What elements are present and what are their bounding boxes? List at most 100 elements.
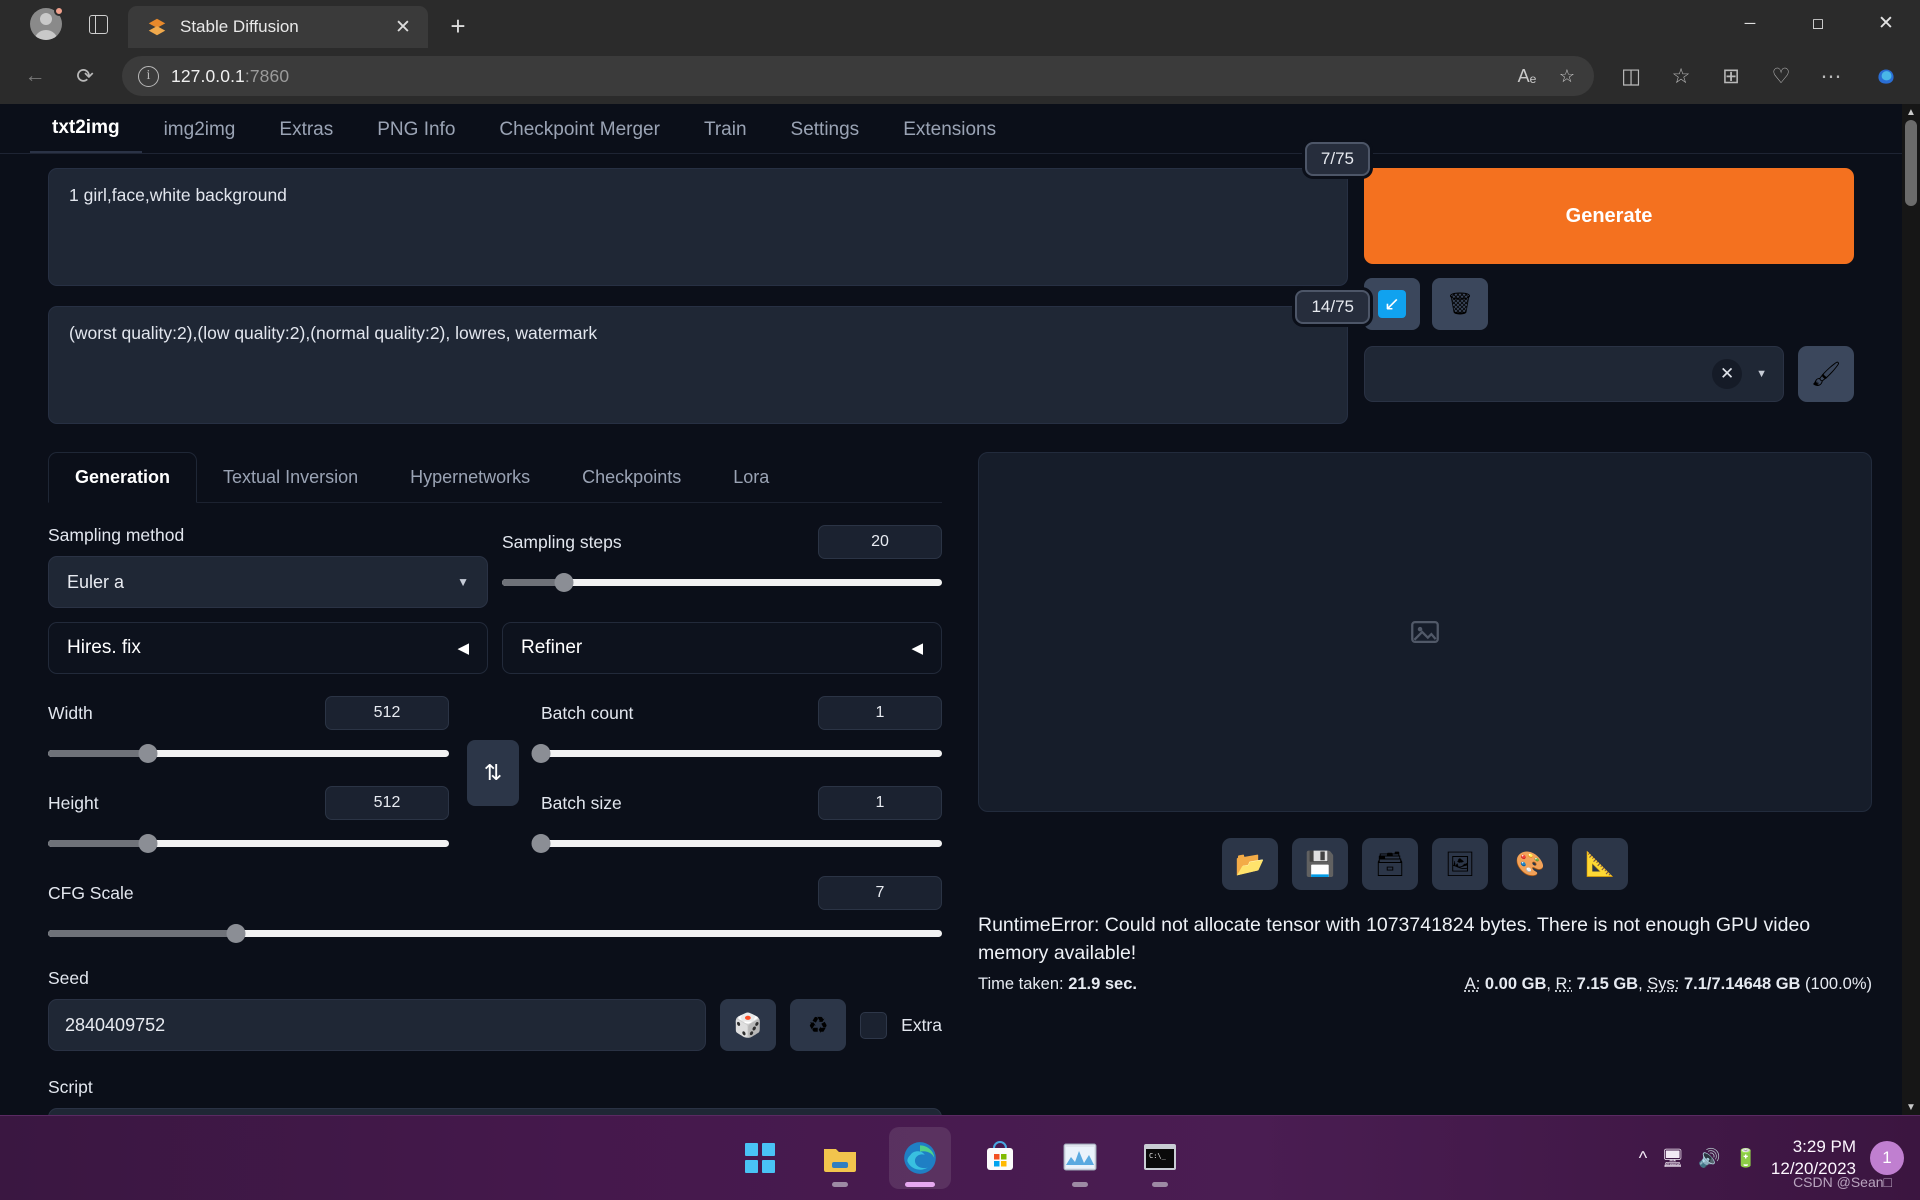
file-explorer-button[interactable] [809,1127,871,1189]
profile-button[interactable] [24,2,68,46]
width-input[interactable]: 512 [325,696,449,730]
tab-actions-button[interactable] [78,4,118,44]
swap-dimensions-icon[interactable]: ⇅ [467,740,519,806]
recycle-icon[interactable]: ♻ [790,999,846,1051]
maximize-button[interactable]: ◻ [1784,0,1852,46]
slider-knob[interactable] [532,834,551,853]
save-icon[interactable]: 💾 [1292,838,1348,890]
slider-knob[interactable] [532,744,551,763]
negative-prompt-input[interactable]: (worst quality:2),(low quality:2),(norma… [48,306,1348,424]
sampling-steps-input[interactable]: 20 [818,525,942,559]
show-hidden-icons-icon[interactable]: ^ [1639,1148,1647,1169]
trash-icon[interactable]: 🗑 [1432,278,1488,330]
batch-size-group: Batch size 1 [541,786,942,854]
battery-charging-icon[interactable]: 🔋 [1734,1148,1756,1169]
window-close-button[interactable]: ✕ [1852,0,1920,46]
tab-lora[interactable]: Lora [707,453,795,502]
hires-fix-accordion[interactable]: Hires. fix ◀ [48,608,488,674]
batch-size-input[interactable]: 1 [818,786,942,820]
settings-more-icon[interactable]: ⋯ [1810,55,1852,97]
sd-tab-checkpoint-merger[interactable]: Checkpoint Merger [477,111,682,153]
scroll-down-arrow-icon[interactable]: ▼ [1902,1099,1920,1115]
sampling-steps-slider[interactable] [502,571,942,593]
height-input[interactable]: 512 [325,786,449,820]
slider-knob[interactable] [139,834,158,853]
clear-x-icon[interactable]: ✕ [1712,359,1742,389]
send-to-inpaint-icon[interactable]: 🎨 [1502,838,1558,890]
network-icon[interactable]: 🖥 [1661,1148,1684,1169]
sd-tab-settings[interactable]: Settings [769,111,882,153]
sampling-method-select[interactable]: Euler a ▼ [48,556,488,608]
generate-column: Generate ↙ 🗑 ✕ ▼ 🖌 [1364,168,1854,424]
copilot-icon[interactable] [1866,56,1906,96]
notification-badge[interactable]: 1 [1870,1141,1904,1175]
save-zip-icon[interactable]: 🗃 [1362,838,1418,890]
styles-dropdown[interactable]: ✕ ▼ [1364,346,1784,402]
favorite-star-icon[interactable]: ☆ [1548,58,1586,94]
seed-input[interactable]: 2840409752 [48,999,706,1051]
scrollbar-thumb[interactable] [1905,120,1917,206]
tab-textual-inversion[interactable]: Textual Inversion [197,453,384,502]
slider-knob[interactable] [226,924,245,943]
sampling-steps-label: Sampling steps [502,532,622,553]
open-folder-icon[interactable]: 📂 [1222,838,1278,890]
paintbrush-icon[interactable]: 🖌 [1798,346,1854,402]
height-slider[interactable] [48,832,449,854]
browser-essentials-icon[interactable]: ♡ [1760,55,1802,97]
time-taken-label: Time taken: [978,975,1064,993]
task-manager-button[interactable] [1049,1127,1111,1189]
back-arrow-icon[interactable]: ← [14,55,56,97]
cfg-scale-input[interactable]: 7 [818,876,942,910]
close-icon[interactable]: ✕ [390,14,416,40]
terminal-button[interactable]: C:\_ [1129,1127,1191,1189]
send-to-img2img-icon[interactable]: 🖼 [1432,838,1488,890]
slider-knob[interactable] [554,573,573,592]
microsoft-store-button[interactable] [969,1127,1031,1189]
height-label: Height [48,793,99,814]
sd-tab-extras[interactable]: Extras [257,111,355,153]
script-select[interactable] [48,1108,942,1115]
page-scrollbar[interactable]: ▲ ▼ [1902,104,1920,1115]
volume-icon[interactable]: 🔊 [1698,1148,1720,1169]
cfg-scale-slider[interactable] [48,922,942,944]
batch-count-input[interactable]: 1 [818,696,942,730]
width-slider[interactable] [48,742,449,764]
minimize-button[interactable]: ─ [1716,0,1784,46]
batch-size-label: Batch size [541,793,622,814]
positive-prompt-input[interactable]: 1 girl,face,white background [48,168,1348,286]
batch-size-slider[interactable] [541,832,942,854]
slider-knob[interactable] [139,744,158,763]
sd-tab-img2img[interactable]: img2img [142,111,258,153]
reload-icon[interactable]: ⟳ [64,55,106,97]
scroll-up-arrow-icon[interactable]: ▲ [1902,104,1920,120]
sd-tab-txt2img[interactable]: txt2img [30,109,142,153]
sampling-method-value: Euler a [67,572,124,593]
image-preview-area[interactable] [978,452,1872,812]
sd-tab-train[interactable]: Train [682,111,769,153]
generate-button[interactable]: Generate [1364,168,1854,264]
browser-tab[interactable]: Stable Diffusion ✕ [128,6,428,48]
favorites-icon[interactable]: ☆ [1660,55,1702,97]
site-info-icon[interactable]: i [138,66,159,87]
collections-icon[interactable]: ⊞ [1710,55,1752,97]
extra-checkbox[interactable] [860,1012,887,1039]
new-tab-button[interactable]: + [440,8,476,44]
negative-token-counter: 14/75 [1295,290,1370,324]
batch-count-slider[interactable] [541,742,942,764]
tab-generation[interactable]: Generation [48,452,197,503]
sd-tab-png-info[interactable]: PNG Info [355,111,477,153]
tab-hypernetworks[interactable]: Hypernetworks [384,453,556,502]
address-bar[interactable]: i 127.0.0.1:7860 Aₑ ☆ [122,56,1594,96]
edge-browser-button[interactable] [889,1127,951,1189]
tab-checkpoints[interactable]: Checkpoints [556,453,707,502]
sd-tab-extensions[interactable]: Extensions [881,111,1018,153]
dice-icon[interactable]: 🎲 [720,999,776,1051]
memory-sys-value: 7.1/7.14648 GB [1684,975,1801,993]
send-to-extras-icon[interactable]: 📐 [1572,838,1628,890]
start-button[interactable] [729,1127,791,1189]
read-aloud-icon[interactable]: Aₑ [1508,58,1546,94]
refiner-accordion[interactable]: Refiner ◀ [502,608,942,674]
paste-arrow-icon[interactable]: ↙ [1364,278,1420,330]
chevron-down-icon[interactable]: ▼ [1756,368,1767,380]
split-screen-icon[interactable]: ◫ [1610,55,1652,97]
